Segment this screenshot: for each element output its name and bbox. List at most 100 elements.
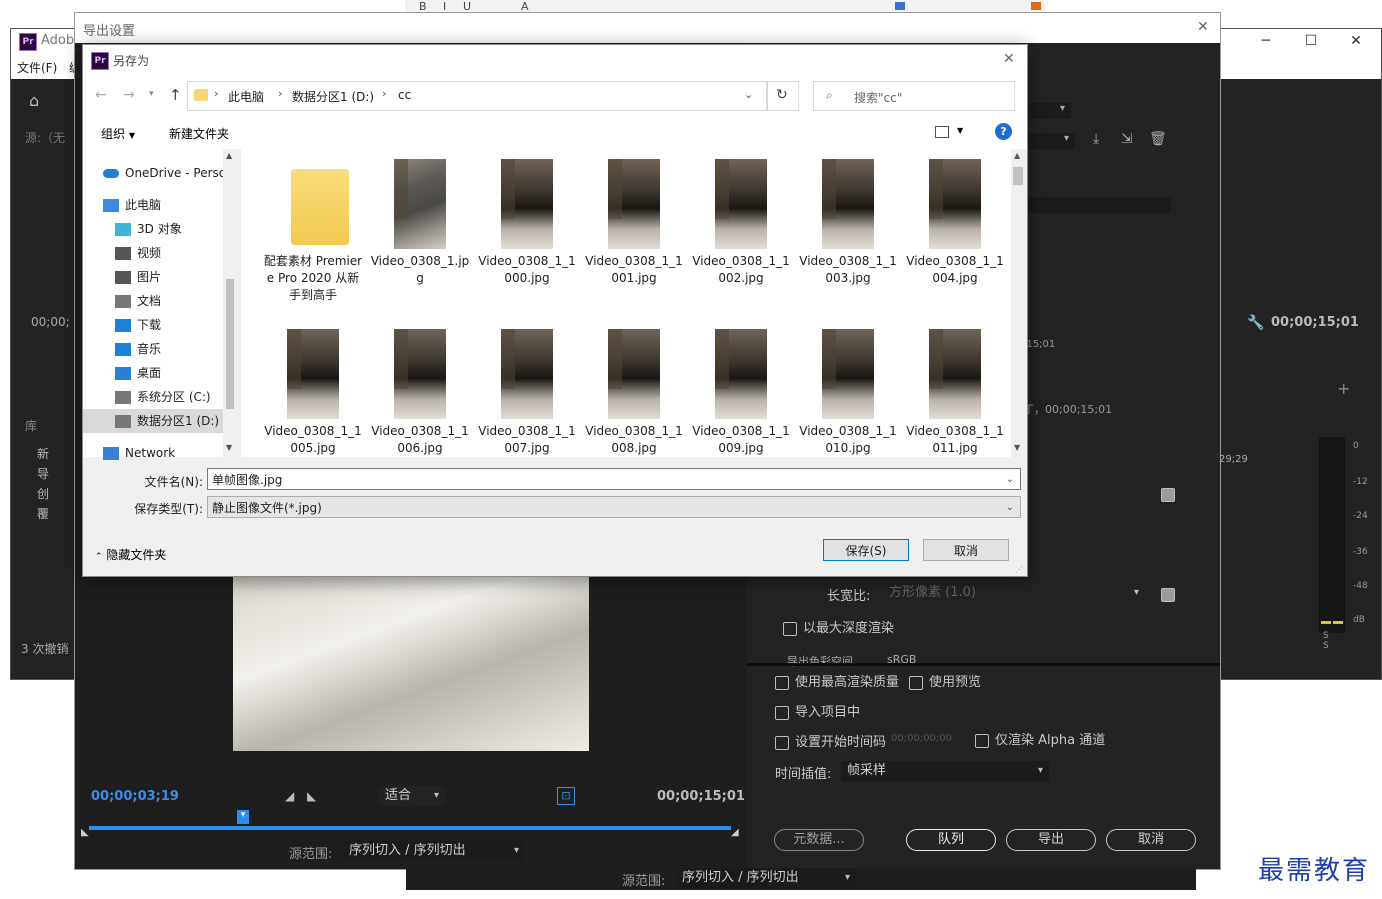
nav-item[interactable]: 图片: [83, 265, 223, 289]
bg-list-item[interactable]: 导: [37, 465, 49, 482]
save-button[interactable]: 保存(S): [823, 539, 909, 561]
wrench-icon[interactable]: 🔧: [1247, 315, 1264, 331]
use-preview-checkbox[interactable]: [909, 675, 923, 690]
nav-item[interactable]: 视频: [83, 241, 223, 265]
nav-item[interactable]: 系统分区 (C:): [83, 385, 223, 409]
add-icon[interactable]: +: [1337, 379, 1350, 398]
queue-button[interactable]: 队列: [906, 829, 996, 851]
back-icon[interactable]: ←: [95, 87, 107, 103]
alpha-only-checkbox[interactable]: [975, 733, 989, 748]
file-item[interactable]: Video_0308_1_1003.jpg: [796, 155, 900, 325]
nav-item[interactable]: 此电脑: [83, 193, 223, 217]
import-project-checkbox[interactable]: [775, 705, 789, 720]
nav-item[interactable]: 桌面: [83, 361, 223, 385]
up-icon[interactable]: ↑: [169, 86, 182, 104]
bottom-source-range-dropdown[interactable]: 序列切入 / 序列切出 ▾: [676, 868, 856, 888]
maximize-icon[interactable]: ☐: [1288, 29, 1334, 53]
help-icon[interactable]: ?: [995, 123, 1012, 140]
playhead-icon[interactable]: ▾: [237, 810, 249, 824]
home-icon[interactable]: ⌂: [29, 91, 39, 110]
address-bar[interactable]: › 此电脑 › 数据分区1 (D:) › cc ⌄: [187, 81, 767, 111]
new-folder-button[interactable]: 新建文件夹: [169, 125, 229, 142]
nav-item[interactable]: OneDrive - Perso: [83, 161, 223, 185]
save-preset-icon[interactable]: ⤓: [1093, 131, 1099, 147]
forward-icon[interactable]: →: [123, 87, 135, 103]
organize-menu[interactable]: 组织 ▼: [101, 125, 135, 142]
view-icon[interactable]: [935, 126, 949, 138]
scroll-down-icon[interactable]: ▼: [1014, 443, 1020, 452]
nav-scrollbar[interactable]: ▲ ▼: [223, 149, 237, 457]
nav-item[interactable]: 音乐: [83, 337, 223, 361]
breadcrumb-item[interactable]: cc: [398, 88, 411, 102]
file-item[interactable]: Video_0308_1_1004.jpg: [903, 155, 1007, 325]
save-cancel-button[interactable]: 取消: [923, 539, 1009, 561]
search-box[interactable]: ⌕ 搜索"cc": [813, 81, 1015, 111]
export-cancel-button[interactable]: 取消: [1106, 829, 1196, 851]
max-quality-option[interactable]: 使用最高渲染质量: [775, 671, 899, 690]
export-button[interactable]: 导出: [1006, 829, 1096, 851]
chevron-down-icon[interactable]: ▼: [957, 126, 963, 135]
format-dropdown[interactable]: ▾: [1027, 103, 1071, 119]
file-item[interactable]: Video_0308_1_1000.jpg: [475, 155, 579, 325]
aspect-checkbox[interactable]: [1161, 588, 1175, 602]
file-item[interactable]: Video_0308_1_1008.jpg: [582, 325, 686, 457]
refresh-button[interactable]: ↻: [767, 81, 799, 111]
minimize-icon[interactable]: ─: [1243, 29, 1289, 53]
close-icon[interactable]: ✕: [1333, 29, 1379, 53]
delete-preset-icon[interactable]: 🗑: [1149, 131, 1167, 147]
use-preview-option[interactable]: 使用预览: [909, 671, 981, 690]
file-item[interactable]: Video_0308_1.jpg: [368, 155, 472, 325]
file-item[interactable]: 配套素材 Premiere Pro 2020 从新手到高手: [261, 155, 365, 325]
settings-checkbox[interactable]: [1161, 488, 1175, 502]
mark-out-icon[interactable]: ◣: [307, 789, 316, 803]
metadata-button[interactable]: 元数据...: [774, 829, 864, 851]
file-item[interactable]: Video_0308_1_1007.jpg: [475, 325, 579, 457]
mark-in-icon[interactable]: ◢: [285, 789, 294, 803]
file-item[interactable]: Video_0308_1_1001.jpg: [582, 155, 686, 325]
max-depth-option[interactable]: 以最大深度渲染: [783, 617, 894, 636]
output-name-field[interactable]: [1027, 197, 1171, 213]
start-tc-option[interactable]: 设置开始时间码: [775, 731, 886, 750]
nav-item[interactable]: Network: [83, 441, 223, 465]
close-icon[interactable]: ✕: [1197, 19, 1209, 35]
alpha-only-option[interactable]: 仅渲染 Alpha 通道: [975, 729, 1105, 748]
safe-margins-icon[interactable]: ⊡: [557, 787, 575, 805]
filename-input[interactable]: 单帧图像.jpg ⌄: [207, 468, 1021, 490]
recent-chevron-icon[interactable]: ▾: [149, 89, 154, 99]
meter-solo-buttons[interactable]: S S: [1323, 631, 1329, 651]
filetype-select[interactable]: 静止图像文件(*.jpg) ⌄: [207, 496, 1021, 518]
scroll-up-icon[interactable]: ▲: [226, 151, 232, 160]
nav-item[interactable]: 3D 对象: [83, 217, 223, 241]
aspect-dropdown[interactable]: 方形像素 (1.0) ▾: [883, 583, 1145, 603]
max-quality-checkbox[interactable]: [775, 675, 789, 690]
nav-item[interactable]: 下载: [83, 313, 223, 337]
file-item[interactable]: Video_0308_1_1011.jpg: [903, 325, 1007, 457]
scroll-up-icon[interactable]: ▲: [1014, 151, 1020, 160]
close-icon[interactable]: ✕: [1003, 51, 1015, 67]
file-scroll-thumb[interactable]: [1013, 167, 1023, 185]
bg-list-item[interactable]: 覆: [37, 505, 49, 522]
breadcrumb-item[interactable]: 数据分区1 (D:): [292, 88, 374, 105]
file-scrollbar[interactable]: ▲ ▼: [1011, 149, 1025, 457]
file-item[interactable]: Video_0308_1_1005.jpg: [261, 325, 365, 457]
resize-grip-icon[interactable]: ⋰: [1015, 565, 1023, 574]
fit-dropdown[interactable]: 适合 ▾: [379, 786, 445, 806]
nav-item[interactable]: 文档: [83, 289, 223, 313]
in-point-icon[interactable]: ◣: [81, 827, 89, 838]
import-preset-icon[interactable]: ⇲: [1121, 131, 1133, 147]
menu-file[interactable]: 文件(F): [17, 59, 57, 76]
nav-scroll-thumb[interactable]: [226, 279, 234, 409]
interp-dropdown[interactable]: 帧采样 ▾: [841, 761, 1049, 781]
file-item[interactable]: Video_0308_1_1006.jpg: [368, 325, 472, 457]
out-point-icon[interactable]: ◢: [731, 827, 739, 838]
file-item[interactable]: Video_0308_1_1010.jpg: [796, 325, 900, 457]
scroll-down-icon[interactable]: ▼: [226, 443, 232, 452]
source-range-dropdown[interactable]: 序列切入 / 序列切出 ▾: [343, 841, 525, 861]
file-item[interactable]: Video_0308_1_1002.jpg: [689, 155, 793, 325]
chevron-down-icon[interactable]: ⌄: [744, 88, 753, 101]
current-timecode[interactable]: 00;00;03;19: [91, 789, 179, 804]
bg-list-item[interactable]: 创: [37, 485, 49, 502]
file-item[interactable]: Video_0308_1_1009.jpg: [689, 325, 793, 457]
bg-list-item[interactable]: 新: [37, 445, 49, 462]
import-project-option[interactable]: 导入项目中: [775, 701, 860, 720]
